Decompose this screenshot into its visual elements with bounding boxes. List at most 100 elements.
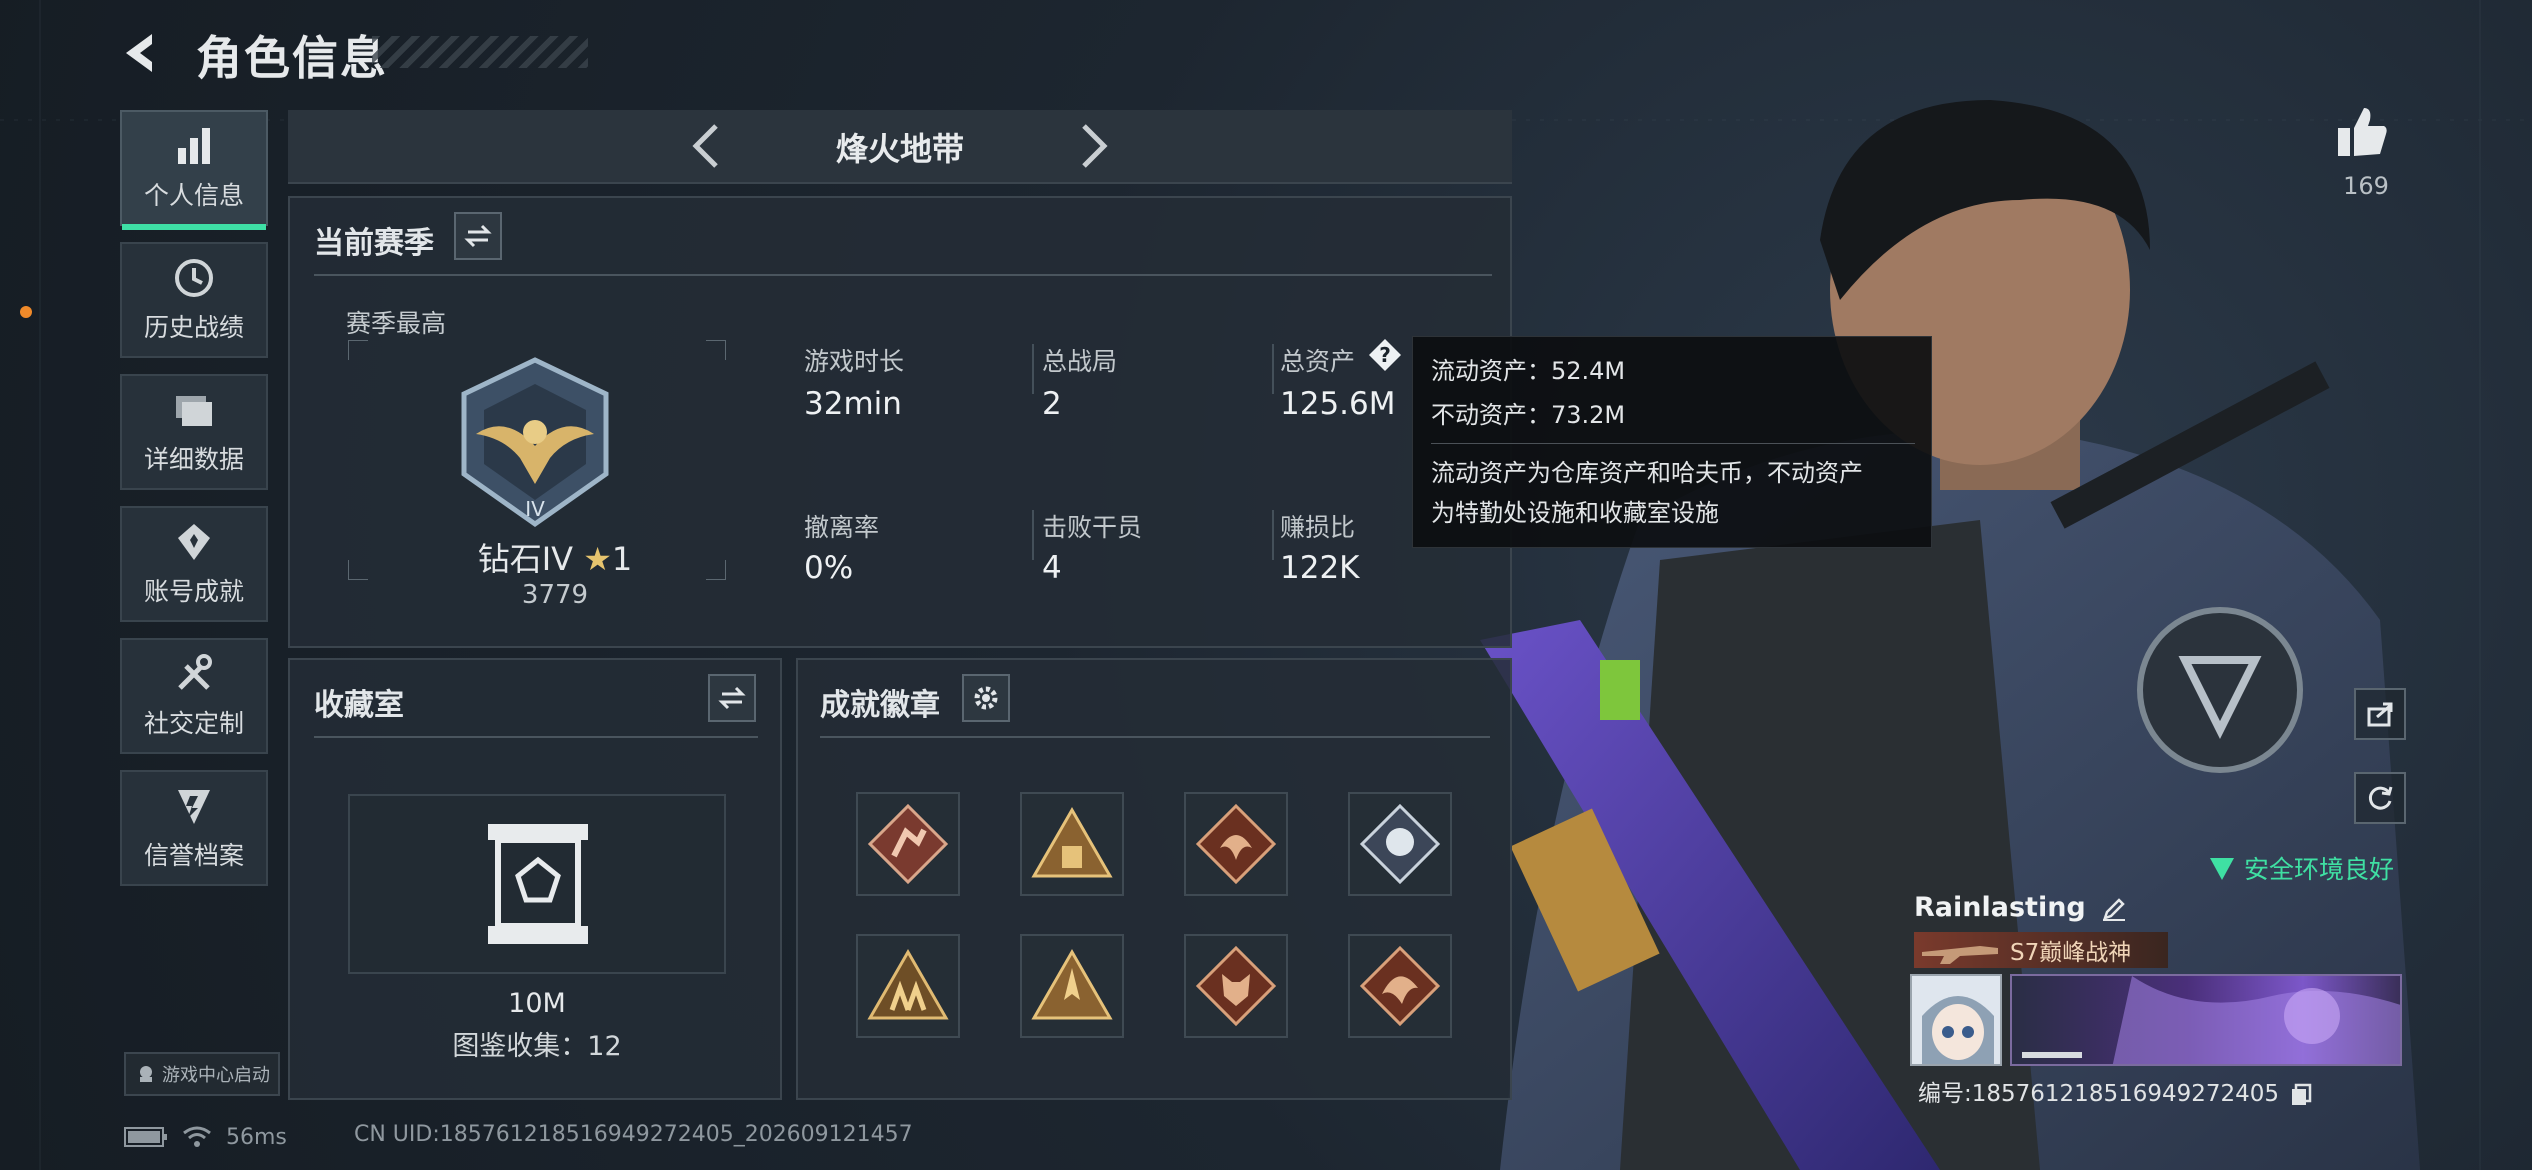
- folder-icon: [176, 396, 212, 426]
- bar-chart-icon: [178, 128, 210, 164]
- stat-value-assets: 125.6M: [1280, 386, 1396, 422]
- share-button[interactable]: [2354, 688, 2406, 740]
- swap-icon: [718, 686, 746, 710]
- shield-check-icon: [2210, 858, 2234, 880]
- achievements-settings-button[interactable]: [962, 674, 1010, 722]
- page-title: 角色信息: [196, 31, 388, 85]
- dragon-badge-icon[interactable]: [1184, 792, 1288, 896]
- back-icon[interactable]: [118, 28, 168, 78]
- stat-value-playtime: 32min: [804, 386, 902, 422]
- launch-label: 游戏中心启动: [162, 1065, 270, 1086]
- rose-badge-icon[interactable]: [1348, 792, 1452, 896]
- divider: [314, 274, 1492, 276]
- player-banner[interactable]: [2010, 974, 2402, 1066]
- tooltip-desc-line1: 流动资产为仓库资产和哈夫币，不动资产: [1431, 459, 1863, 487]
- achievements-title: 成就徽章: [820, 688, 940, 723]
- tooltip-fixed-assets: 不动资产：73.2M: [1431, 401, 1626, 429]
- assets-tooltip: 流动资产：52.4M 不动资产：73.2M 流动资产为仓库资产和哈夫币，不动资产…: [1412, 336, 1932, 548]
- divider: [820, 736, 1490, 738]
- rank-score: 3779: [521, 580, 589, 610]
- game-center-launch-button[interactable]: 游戏中心启动: [124, 1052, 280, 1096]
- collection-switch-button[interactable]: [708, 674, 756, 722]
- svg-text:IV: IV: [525, 497, 545, 521]
- triangle-bag-badge-icon[interactable]: [1020, 792, 1124, 896]
- stat-label-matches: 总战局: [1042, 347, 1118, 376]
- sidebar-item-label: 历史战绩: [143, 313, 244, 342]
- stat-value-kills: 4: [1042, 550, 1062, 586]
- sidebar-item-label: 信誉档案: [143, 841, 244, 870]
- rocket-badge-icon[interactable]: [1020, 934, 1124, 1038]
- divider: [1431, 443, 1915, 444]
- sidebar-item-label: 账号成就: [143, 577, 244, 606]
- climber-badge-icon[interactable]: [856, 792, 960, 896]
- player-card: Rainlasting S7巅峰战神 编号:18576121851694927​…: [1908, 884, 2404, 1116]
- sidebar-item-personal-info[interactable]: 个人信息: [120, 110, 268, 230]
- mode-name: 烽火地带: [835, 130, 964, 168]
- safety-status-text: 安全环境良好: [2244, 855, 2395, 884]
- edge-indicator-dot: [20, 306, 32, 318]
- star-icon: ★: [583, 540, 612, 578]
- divider: [1272, 510, 1274, 560]
- collection-display[interactable]: [348, 794, 726, 974]
- collection-value: 10M: [508, 988, 566, 1019]
- safety-status: 安全环境良好: [2208, 850, 2394, 886]
- chevron-right-icon[interactable]: [1062, 116, 1122, 176]
- swap-icon: [464, 224, 492, 248]
- sidebar-item-achievements[interactable]: 账号成就: [120, 506, 268, 622]
- battery-icon: [124, 1127, 167, 1147]
- tooltip-desc-line2: 为特勤处设施和收藏室设施: [1431, 499, 1719, 527]
- diamond-rank-emblem-icon: IV: [461, 357, 609, 528]
- achievement-icon: [178, 524, 210, 560]
- stat-value-extract-rate: 0%: [804, 550, 854, 586]
- display-case-icon: [488, 824, 588, 944]
- uid-text: CN UID:18576121851694927​2405_2026091214…: [354, 1122, 913, 1147]
- sidebar-item-label: 个人信息: [143, 181, 244, 210]
- copy-icon[interactable]: [2290, 1083, 2312, 1107]
- stat-value-profit-ratio: 122K: [1280, 550, 1360, 586]
- collection-title: 收藏室: [314, 688, 404, 723]
- tools-icon: [178, 654, 212, 690]
- shield-icon: [178, 790, 210, 824]
- divider: [1272, 344, 1274, 394]
- wifi-icon: [183, 1126, 211, 1147]
- status-bar: 56ms: [124, 1120, 287, 1154]
- player-id: 编号:18576121851694927​2405: [1918, 1074, 2312, 1108]
- title-decoration: [372, 36, 588, 68]
- sidebar-item-details[interactable]: 详细数据: [120, 374, 268, 490]
- sidebar-item-social[interactable]: 社交定制: [120, 638, 268, 754]
- divider: [314, 736, 758, 738]
- stat-label-assets: 总资产: [1280, 347, 1356, 376]
- squad-badge-icon[interactable]: [856, 934, 960, 1038]
- season-switch-button[interactable]: [454, 212, 502, 260]
- stat-label-profit-ratio: 赚损比: [1280, 513, 1356, 542]
- svg-text:?: ?: [1379, 343, 1391, 367]
- refresh-button[interactable]: [2354, 772, 2406, 824]
- rank-name: 钻石IV ★1: [430, 534, 680, 580]
- history-icon: [175, 259, 213, 297]
- thumbs-up-icon[interactable]: [2334, 104, 2390, 160]
- mode-selector: 烽火地带: [288, 110, 1512, 184]
- stat-label-extract-rate: 撤离率: [804, 513, 880, 542]
- player-title-plate: S7巅峰战神: [1914, 932, 2168, 968]
- divider: [1032, 510, 1034, 560]
- player-name: Rainlasting: [1914, 892, 2127, 923]
- rank-stars: 1: [611, 540, 633, 578]
- rank-name-text: 钻石IV: [477, 540, 574, 578]
- avatar[interactable]: [1910, 974, 2002, 1066]
- sidebar-item-reputation[interactable]: 信誉档案: [120, 770, 268, 886]
- divider: [1032, 344, 1034, 394]
- collection-count: 图鉴收集：12: [452, 1031, 622, 1062]
- share-icon: [2367, 702, 2393, 727]
- launch-icon: [140, 1066, 152, 1082]
- edit-icon[interactable]: [2101, 896, 2127, 922]
- like-count: 169: [2343, 172, 2389, 200]
- season-best-label: 赛季最高: [346, 309, 447, 338]
- wolf-badge-icon[interactable]: [1184, 934, 1288, 1038]
- help-icon[interactable]: ?: [1368, 338, 1402, 372]
- dragon-badge-2-icon[interactable]: [1348, 934, 1452, 1038]
- season-title: 当前赛季: [314, 226, 434, 261]
- sidebar-item-history[interactable]: 历史战绩: [120, 242, 268, 358]
- stat-label-playtime: 游戏时长: [804, 347, 905, 376]
- sidebar-item-label: 详细数据: [143, 445, 244, 474]
- tooltip-liquid-assets: 流动资产：52.4M: [1431, 357, 1626, 385]
